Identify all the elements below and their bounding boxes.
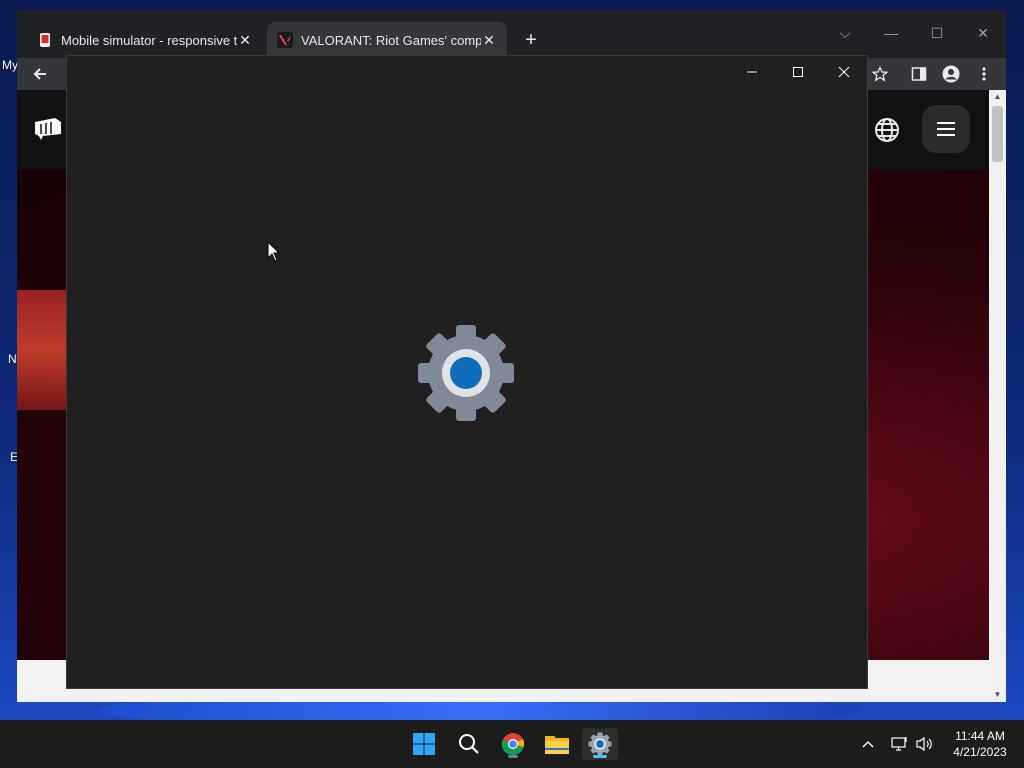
file-explorer-button[interactable] (539, 728, 575, 760)
tab-mobile-simulator[interactable]: Mobile simulator - responsive te ✕ (27, 22, 263, 58)
back-arrow-icon (33, 68, 46, 80)
tab-strip: Mobile simulator - responsive te ✕ VALOR… (17, 10, 1006, 58)
riot-fist-logo-icon[interactable] (33, 116, 63, 140)
bookmark-button[interactable] (866, 60, 894, 88)
side-panel-button[interactable] (905, 60, 933, 88)
mobile-simulator-favicon-icon (40, 33, 50, 47)
maximize-icon (793, 67, 803, 77)
close-icon (838, 66, 850, 78)
chevron-up-icon (862, 740, 874, 748)
start-button[interactable] (406, 728, 442, 760)
profile-icon (942, 65, 960, 83)
start-icon (413, 733, 435, 755)
page-scrollbar[interactable]: ▲ ▼ (989, 90, 1006, 702)
scroll-down-arrow-icon[interactable]: ▼ (989, 688, 1006, 702)
show-hidden-icons-button[interactable] (858, 732, 878, 756)
taskbar: 11:44 AM 4/21/2023 (0, 720, 1024, 768)
clock-date: 4/21/2023 (953, 745, 1007, 759)
tab-label: VALORANT: Riot Games' compet (301, 32, 481, 48)
chrome-icon (501, 733, 525, 756)
active-indicator (593, 755, 607, 758)
scroll-thumb[interactable] (992, 106, 1003, 162)
browser-maximize-button[interactable]: ☐ (915, 18, 959, 48)
browser-menu-button[interactable] (970, 60, 998, 88)
tab-close-icon[interactable]: ✕ (481, 32, 497, 49)
running-indicator (508, 755, 518, 758)
star-icon (872, 66, 888, 82)
hamburger-icon (937, 122, 955, 136)
system-clock[interactable]: 11:44 AM 4/21/2023 (940, 728, 1020, 760)
hamburger-menu-button[interactable] (922, 105, 970, 153)
settings-taskbar-button[interactable] (582, 728, 618, 760)
browser-minimize-button[interactable]: — (869, 18, 913, 48)
settings-gear-icon (418, 325, 514, 421)
chrome-taskbar-button[interactable] (495, 728, 531, 760)
settings-window (67, 56, 867, 688)
tab-close-icon[interactable]: ✕ (237, 32, 253, 49)
back-button[interactable] (26, 60, 54, 88)
network-button[interactable] (890, 732, 910, 756)
tab-label: Mobile simulator - responsive te (61, 32, 237, 48)
desktop-icon-label[interactable]: N (8, 352, 17, 366)
speaker-icon (916, 736, 932, 752)
settings-minimize-button[interactable] (729, 56, 775, 88)
settings-close-button[interactable] (821, 56, 867, 88)
mouse-cursor-icon (267, 241, 281, 262)
search-icon (459, 734, 479, 754)
more-vert-icon (982, 67, 986, 81)
file-explorer-icon (545, 736, 569, 754)
volume-button[interactable] (914, 732, 936, 756)
clock-time: 11:44 AM (955, 729, 1005, 743)
browser-close-button[interactable]: ✕ (961, 18, 1005, 48)
side-panel-icon (911, 67, 927, 81)
settings-maximize-button[interactable] (775, 56, 821, 88)
globe-icon[interactable] (873, 116, 901, 144)
network-icon (891, 737, 907, 751)
tab-valorant[interactable]: VALORANT: Riot Games' compet ✕ (267, 22, 507, 58)
settings-icon (588, 732, 612, 756)
desktop-icon-label[interactable]: My (2, 58, 18, 72)
minimize-icon (747, 71, 757, 73)
new-tab-button[interactable]: + (517, 26, 545, 54)
tab-search-button[interactable]: ⌵ (823, 18, 867, 48)
scroll-up-arrow-icon[interactable]: ▲ (989, 90, 1006, 104)
profile-button[interactable] (937, 60, 965, 88)
search-button[interactable] (451, 728, 487, 760)
valorant-favicon-icon (277, 32, 293, 48)
